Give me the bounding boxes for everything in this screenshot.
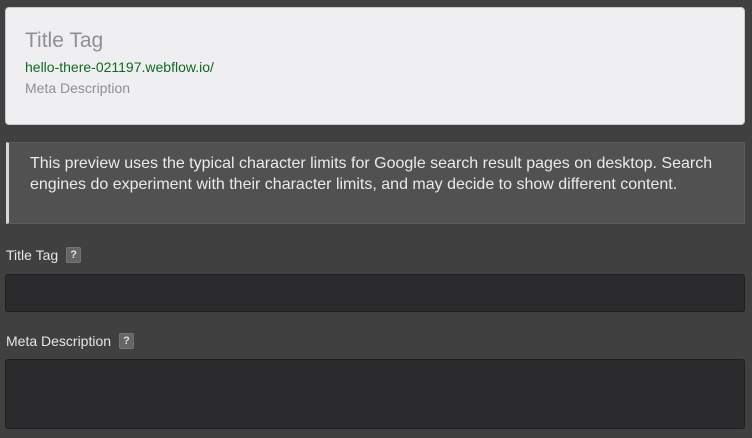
search-result-preview: Title Tag hello-there-021197.webflow.io/…: [5, 7, 745, 125]
preview-title: Title Tag: [25, 29, 104, 52]
character-limit-notice: This preview uses the typical character …: [6, 142, 745, 224]
preview-url: hello-there-021197.webflow.io/: [25, 59, 214, 75]
meta-description-help-icon[interactable]: ?: [119, 333, 135, 349]
title-tag-label: Title Tag: [6, 247, 59, 263]
meta-description-label: Meta Description: [6, 333, 112, 349]
title-tag-input[interactable]: [5, 274, 745, 312]
meta-description-textarea[interactable]: [5, 359, 745, 429]
title-tag-help-icon[interactable]: ?: [66, 247, 82, 263]
meta-description-label-row: Meta Description ?: [6, 332, 135, 350]
preview-description: Meta Description: [25, 80, 131, 96]
title-tag-label-row: Title Tag ?: [6, 246, 82, 264]
